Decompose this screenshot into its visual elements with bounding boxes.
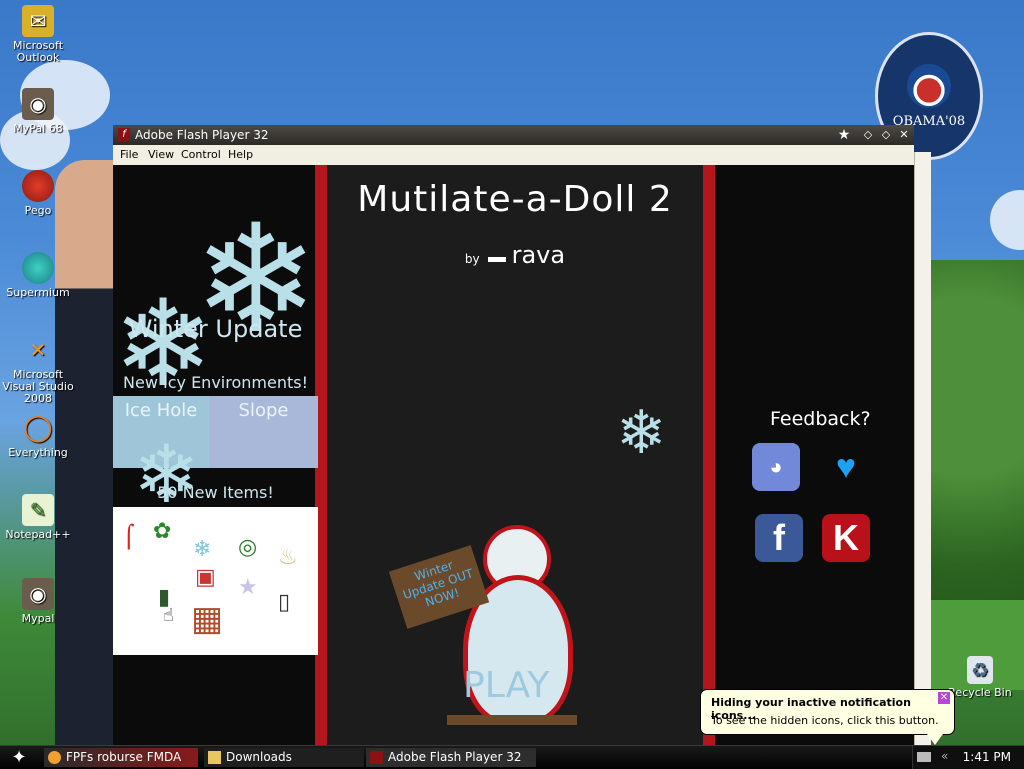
task-label: FPFs roburse FMDA (66, 750, 182, 764)
star-icon[interactable]: ★ (837, 128, 851, 142)
wreath-icon: ◎ (238, 535, 258, 560)
desktop-icon-label: Microsoft Visual Studio 2008 (2, 368, 74, 405)
window-title: Adobe Flash Player 32 (135, 128, 269, 142)
show-hidden-icons-button[interactable]: « (941, 749, 948, 763)
menu-view[interactable]: View (148, 148, 174, 161)
hand-cursor-icon: ☝ (163, 605, 174, 626)
supermium-icon (22, 252, 54, 284)
raccoon-icon: ◉ (22, 578, 54, 610)
flash-icon: f (118, 128, 130, 141)
winter-update-heading: Winter Update (128, 315, 303, 343)
menu-help[interactable]: Help (228, 148, 253, 161)
menu-bar: File View Control Help (113, 145, 914, 166)
by-label: by (464, 252, 480, 266)
visual-studio-icon: ✕ (29, 338, 47, 362)
desktop-icon-everything[interactable]: ◯ Everything (1, 412, 75, 459)
gift-icon: ▣ (195, 565, 216, 590)
task-label: Downloads (226, 750, 292, 764)
menu-file[interactable]: File (120, 148, 138, 161)
desktop-icon-label: MyPal 68 (13, 122, 63, 135)
desktop-icon-supermium[interactable]: Supermium (1, 252, 75, 299)
red-divider (703, 165, 715, 745)
new-environments-text: New Icy Environments! (123, 373, 308, 392)
clock[interactable]: 1:41 PM (963, 750, 1011, 764)
outlook-icon: ✉ (22, 5, 54, 37)
balloon-tail (927, 734, 943, 745)
minimize-button[interactable]: ◇ (861, 128, 875, 142)
kongregate-icon[interactable]: K (822, 514, 870, 562)
search-ring-icon: ◯ (23, 413, 53, 443)
facebook-icon[interactable]: f (755, 514, 803, 562)
desktop-icon-label: Pego (24, 204, 52, 217)
game-canvas[interactable]: Mutilate-a-Doll 2 by rava ❄ ❄ Winter Upda… (113, 165, 914, 745)
cloud (990, 190, 1024, 250)
task-flash-player[interactable]: Adobe Flash Player 32 (366, 748, 536, 767)
desktop-icon-label: Supermium (6, 286, 70, 299)
desktop-icon-visual-studio[interactable]: ✕ Microsoft Visual Studio 2008 (1, 334, 75, 405)
task-downloads[interactable]: Downloads (204, 748, 364, 767)
mistletoe-icon: ✿ (153, 519, 172, 544)
bench (447, 715, 577, 725)
desktop-icon-label: Everything (8, 446, 68, 459)
keyboard-icon[interactable] (917, 752, 931, 762)
maximize-button[interactable]: ◇ (879, 128, 893, 142)
notification-balloon[interactable]: Hiding your inactive notification icons.… (700, 689, 955, 745)
task-label: Adobe Flash Player 32 (388, 750, 522, 764)
start-button[interactable]: ✦ (4, 747, 34, 768)
desktop-icon-mypal[interactable]: ◉ Mypal (1, 578, 75, 625)
browser-icon (48, 751, 61, 764)
balloon-body: To see the hidden icons, click this butt… (711, 714, 939, 727)
discord-icon[interactable]: ◕ (752, 443, 800, 491)
chimney-icon: ▦ (191, 599, 224, 639)
tile-slope[interactable]: Slope (209, 396, 318, 468)
game-title: Mutilate-a-Doll 2 (357, 179, 673, 220)
feedback-label: Feedback? (770, 408, 871, 430)
desktop-icon-outlook[interactable]: ✉ Microsoft Outlook (1, 5, 75, 64)
desktop-icon-label: Mypal (21, 612, 55, 625)
nutcracker-icon: ▯ (278, 590, 291, 615)
close-icon[interactable]: ✕ (938, 692, 950, 704)
star-icon: ★ (238, 575, 258, 600)
window-titlebar[interactable]: f Adobe Flash Player 32 ★ ◇ ◇ ✕ (113, 125, 914, 145)
play-button[interactable]: PLAY (463, 665, 549, 706)
desktop-icon-notepadpp[interactable]: ✎ Notepad++ (1, 494, 75, 541)
red-sphere-icon (22, 170, 54, 202)
author-name: rava (511, 241, 566, 269)
desktop-icon-label: Notepad++ (5, 528, 71, 541)
new-items-text: 50 New Items! (157, 483, 274, 502)
flash-icon (370, 751, 383, 764)
window-scrollbar[interactable] (914, 152, 931, 745)
snowflake-icon: ❄ (133, 428, 201, 521)
game-byline: by rava (327, 241, 703, 269)
items-preview: ⌠ ✿ ▮ ❄ ▣ ▦ ◎ ★ ♨ ▯ ☝ (113, 507, 318, 655)
candle-icon: ♨ (278, 545, 298, 570)
snowflake-icon: ❄ (193, 537, 212, 562)
desktop-icon-label: Microsoft Outlook (12, 39, 64, 64)
close-button[interactable]: ✕ (897, 128, 911, 142)
dash-icon (487, 257, 506, 262)
raccoon-icon: ◉ (22, 88, 54, 120)
menu-control[interactable]: Control (181, 148, 221, 161)
desktop-icon-pego[interactable]: Pego (1, 170, 75, 217)
candy-cane-icon: ⌠ (123, 525, 135, 550)
desktop-icon-mypal68[interactable]: ◉ MyPal 68 (1, 88, 75, 135)
badge-logo-icon (907, 63, 951, 108)
recycle-bin-icon: ♻ (967, 656, 993, 684)
snowflake-icon: ❄ (616, 398, 667, 468)
notepad-icon: ✎ (22, 494, 54, 526)
task-fpfs[interactable]: FPFs roburse FMDA (44, 748, 198, 767)
twitter-icon[interactable]: ♥ (822, 443, 870, 491)
folder-icon (208, 751, 221, 764)
system-tray: « 1:41 PM (912, 746, 1024, 769)
taskbar: ✦ FPFs roburse FMDA Downloads Adobe Flas… (0, 745, 1024, 769)
